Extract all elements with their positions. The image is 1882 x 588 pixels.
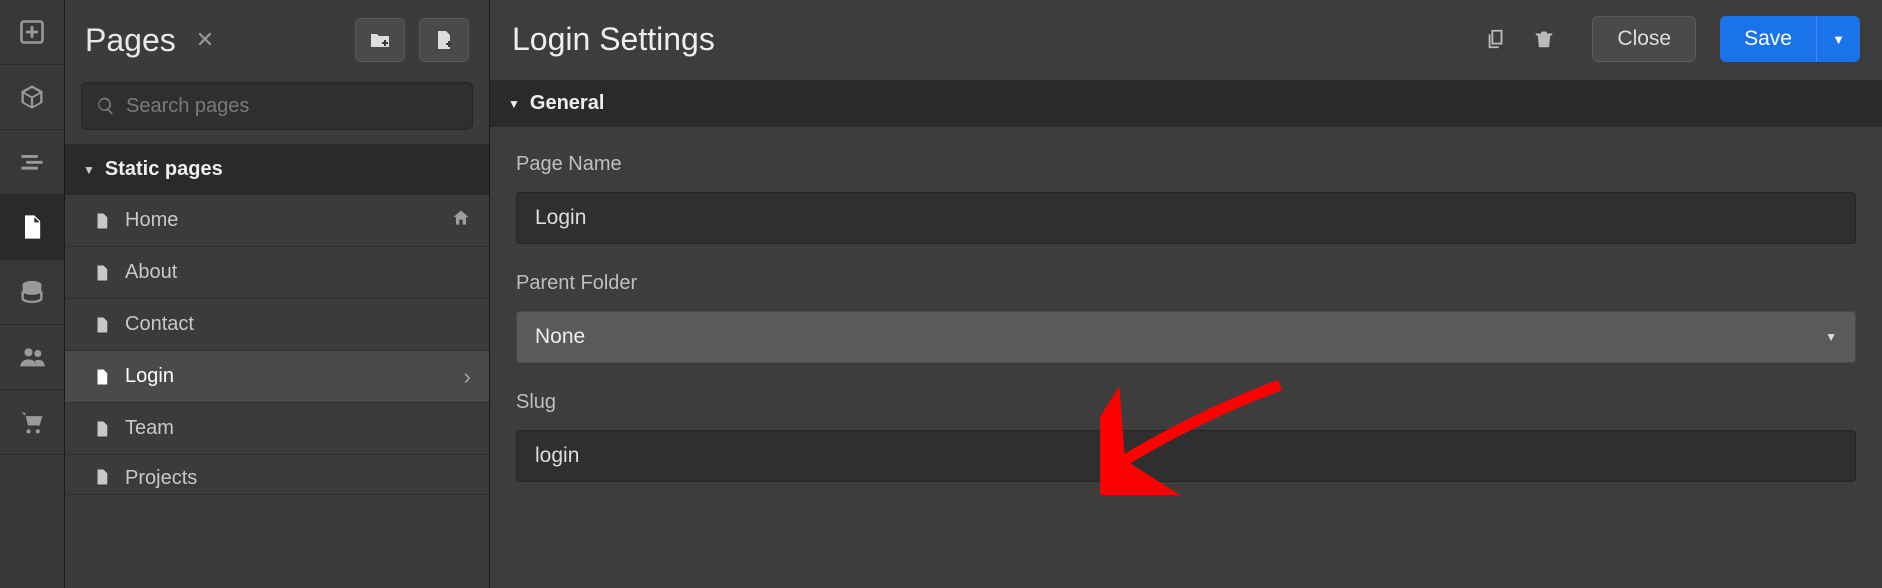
slug-input[interactable] [516,430,1856,482]
page-icon [18,213,46,241]
section-label: General [530,92,604,115]
page-icon [93,466,111,488]
search-pages-input[interactable] [126,95,458,118]
save-button[interactable]: Save [1720,16,1816,62]
page-item-contact[interactable]: Contact [65,299,489,351]
page-item-label: Home [125,209,178,232]
settings-panel: Login Settings Close Save ▼ ▼ General [490,0,1882,588]
page-icon [93,210,111,232]
pages-panel-header: Pages ✕ [65,0,489,82]
parent-folder-label: Parent Folder [516,272,1856,295]
left-nav-rail [0,0,65,588]
pages-panel-title: Pages [85,22,176,59]
page-icon [93,262,111,284]
page-item-label: Team [125,417,174,440]
page-item-label: Contact [125,313,194,336]
delete-button[interactable] [1526,21,1562,57]
page-item-label: About [125,261,177,284]
rail-database-button[interactable] [0,260,64,325]
page-icon [93,366,111,388]
page-item-team[interactable]: Team [65,403,489,455]
home-icon [451,208,471,234]
settings-header: Login Settings Close Save ▼ [490,0,1882,80]
page-name-input[interactable] [516,192,1856,244]
users-icon [18,343,46,371]
chevron-right-icon: › [464,364,471,390]
cart-icon [18,408,46,436]
page-item-home[interactable]: Home [65,195,489,247]
rail-add-button[interactable] [0,0,64,65]
static-pages-section-header[interactable]: ▼ Static pages [65,144,489,195]
pages-panel-close[interactable]: ✕ [190,23,220,57]
page-item-label: Login [125,365,174,388]
rail-users-button[interactable] [0,325,64,390]
chevron-down-icon: ▼ [1832,32,1845,47]
search-pages-input-wrap[interactable] [81,82,473,130]
page-item-label: Projects [125,467,197,490]
copy-icon [1485,28,1507,50]
parent-folder-value: None [535,325,585,349]
page-list: Home About Contact Login › Team [65,195,489,495]
settings-form: Page Name Parent Folder None ▼ Slug [490,127,1882,482]
parent-folder-select[interactable]: None ▼ [516,311,1856,363]
page-icon [93,418,111,440]
rail-commerce-button[interactable] [0,390,64,455]
folder-plus-icon [368,28,392,52]
indent-icon [18,148,46,176]
page-item-about[interactable]: About [65,247,489,299]
duplicate-button[interactable] [1478,21,1514,57]
save-dropdown-button[interactable]: ▼ [1816,16,1860,62]
new-folder-button[interactable] [355,18,405,62]
rail-pages-button[interactable] [0,195,64,260]
cube-icon [18,83,46,111]
slug-label: Slug [516,391,1856,414]
settings-title: Login Settings [512,21,715,58]
caret-down-icon: ▼ [1825,330,1837,344]
page-name-label: Page Name [516,153,1856,176]
page-icon [93,314,111,336]
page-plus-icon [432,28,456,52]
rail-3d-button[interactable] [0,65,64,130]
new-page-button[interactable] [419,18,469,62]
plus-box-icon [18,18,46,46]
close-button[interactable]: Close [1592,16,1696,62]
caret-down-icon: ▼ [83,163,95,177]
section-label: Static pages [105,158,223,181]
trash-icon [1533,28,1555,50]
search-icon [96,96,116,116]
rail-layout-button[interactable] [0,130,64,195]
page-item-projects[interactable]: Projects [65,455,489,495]
page-item-login[interactable]: Login › [65,351,489,403]
caret-down-icon: ▼ [508,97,520,111]
general-section-header[interactable]: ▼ General [490,80,1882,127]
database-icon [18,278,46,306]
pages-panel: Pages ✕ ▼ Static pages Home [65,0,490,588]
